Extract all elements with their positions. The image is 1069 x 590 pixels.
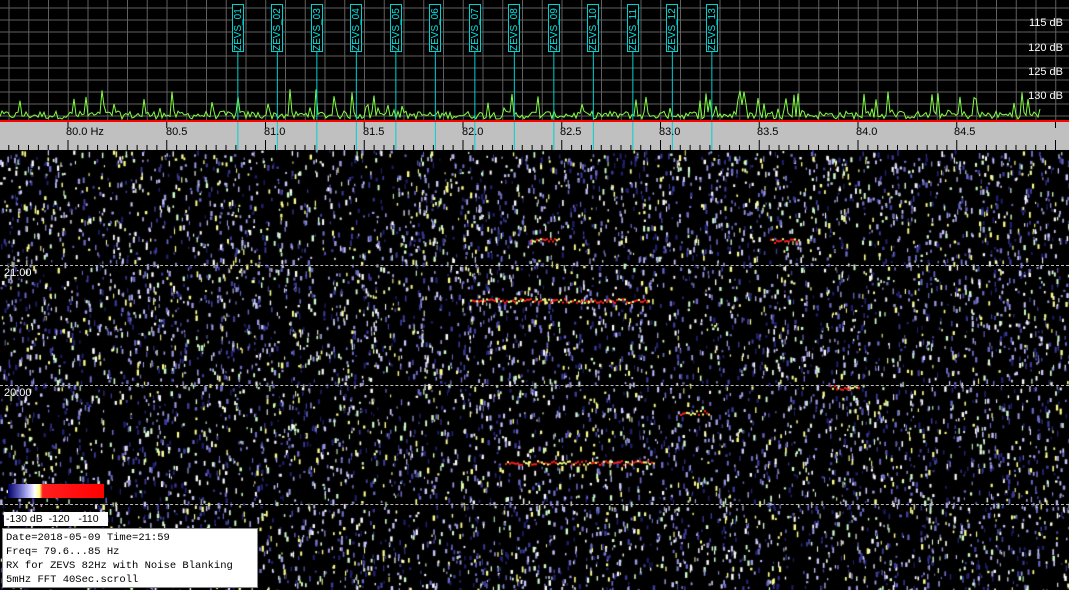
marker-zevs-09[interactable]: ZEVS_09 xyxy=(547,4,560,52)
waterfall-display[interactable]: 21:00 20:00 xyxy=(0,150,1069,590)
freq-label-81-5: 81.5 xyxy=(363,126,385,138)
info-frequency-range: Freq= 79.6...85 Hz xyxy=(6,546,120,558)
marker-zevs-11[interactable]: ZEVS_11 xyxy=(626,4,639,52)
marker-label: ZEVS_11 xyxy=(627,8,639,51)
marker-zevs-01[interactable]: ZEVS_01 xyxy=(231,4,244,52)
marker-zevs-12[interactable]: ZEVS_12 xyxy=(666,4,679,52)
frequency-ticks xyxy=(8,122,1056,150)
info-panel: Date=2018-05-09 Time=21:59 Freq= 79.6...… xyxy=(2,528,258,588)
marker-label: ZEVS_08 xyxy=(509,8,521,51)
marker-zevs-02[interactable]: ZEVS_02 xyxy=(271,4,284,52)
db-label-120: 120 dB xyxy=(1028,42,1063,54)
marker-zevs-04[interactable]: ZEVS_04 xyxy=(350,4,363,52)
marker-zevs-05[interactable]: ZEVS_05 xyxy=(389,4,402,52)
freq-label-82-0: 82.0 xyxy=(462,126,484,138)
marker-label: ZEVS_06 xyxy=(430,8,442,51)
freq-label-83-5: 83.5 xyxy=(757,126,779,138)
freq-label-80-0: 80.0 Hz xyxy=(66,126,104,138)
spectrum-graph xyxy=(0,0,1069,120)
marker-zevs-03[interactable]: ZEVS_03 xyxy=(310,4,323,52)
marker-zevs-13[interactable]: ZEVS_13 xyxy=(705,4,718,52)
color-scale-bar xyxy=(8,484,104,498)
marker-label: ZEVS_03 xyxy=(311,8,323,51)
freq-label-82-5: 82.5 xyxy=(560,126,582,138)
marker-label: ZEVS_04 xyxy=(351,8,363,51)
info-date-time: Date=2018-05-09 Time=21:59 xyxy=(6,532,170,544)
marker-label: ZEVS_01 xyxy=(232,8,244,51)
freq-label-81-0: 81.0 xyxy=(264,126,286,138)
db-label-125: 125 dB xyxy=(1028,66,1063,78)
freq-label-80-5: 80.5 xyxy=(166,126,188,138)
time-divider-21 xyxy=(0,265,1069,266)
time-label-20: 20:00 xyxy=(4,387,32,399)
spectrum-display[interactable]: 115 dB 120 dB 125 dB 130 dB ZEVS_01 ZEVS_… xyxy=(0,0,1069,120)
time-divider-19 xyxy=(0,504,1069,505)
freq-label-84-0: 84.0 xyxy=(856,126,878,138)
marker-label: ZEVS_09 xyxy=(548,8,560,51)
marker-label: ZEVS_13 xyxy=(706,8,718,51)
marker-zevs-10[interactable]: ZEVS_10 xyxy=(587,4,600,52)
marker-label: ZEVS_12 xyxy=(667,8,679,51)
marker-label: ZEVS_02 xyxy=(272,8,284,51)
marker-label: ZEVS_07 xyxy=(469,8,481,51)
marker-zevs-08[interactable]: ZEVS_08 xyxy=(508,4,521,52)
db-label-115: 115 dB xyxy=(1028,17,1063,29)
time-divider-20 xyxy=(0,385,1069,386)
freq-label-83-0: 83.0 xyxy=(659,126,681,138)
info-fft-settings: 5mHz FFT 40Sec.scroll xyxy=(6,574,139,586)
marker-zevs-07[interactable]: ZEVS_07 xyxy=(468,4,481,52)
freq-label-84-5: 84.5 xyxy=(954,126,976,138)
marker-label: ZEVS_10 xyxy=(588,8,600,51)
marker-label: ZEVS_05 xyxy=(390,8,402,51)
color-scale-labels: -130 dB -120 -110 xyxy=(4,512,108,526)
info-description: RX for ZEVS 82Hz with Noise Blanking xyxy=(6,560,233,572)
time-label-21: 21:00 xyxy=(4,267,32,279)
db-label-130: 130 dB xyxy=(1028,90,1063,102)
marker-zevs-06[interactable]: ZEVS_06 xyxy=(429,4,442,52)
waterfall-canvas xyxy=(0,150,1069,590)
frequency-axis[interactable]: 80.0 Hz 80.5 81.0 81.5 82.0 82.5 83.0 83… xyxy=(0,120,1069,150)
